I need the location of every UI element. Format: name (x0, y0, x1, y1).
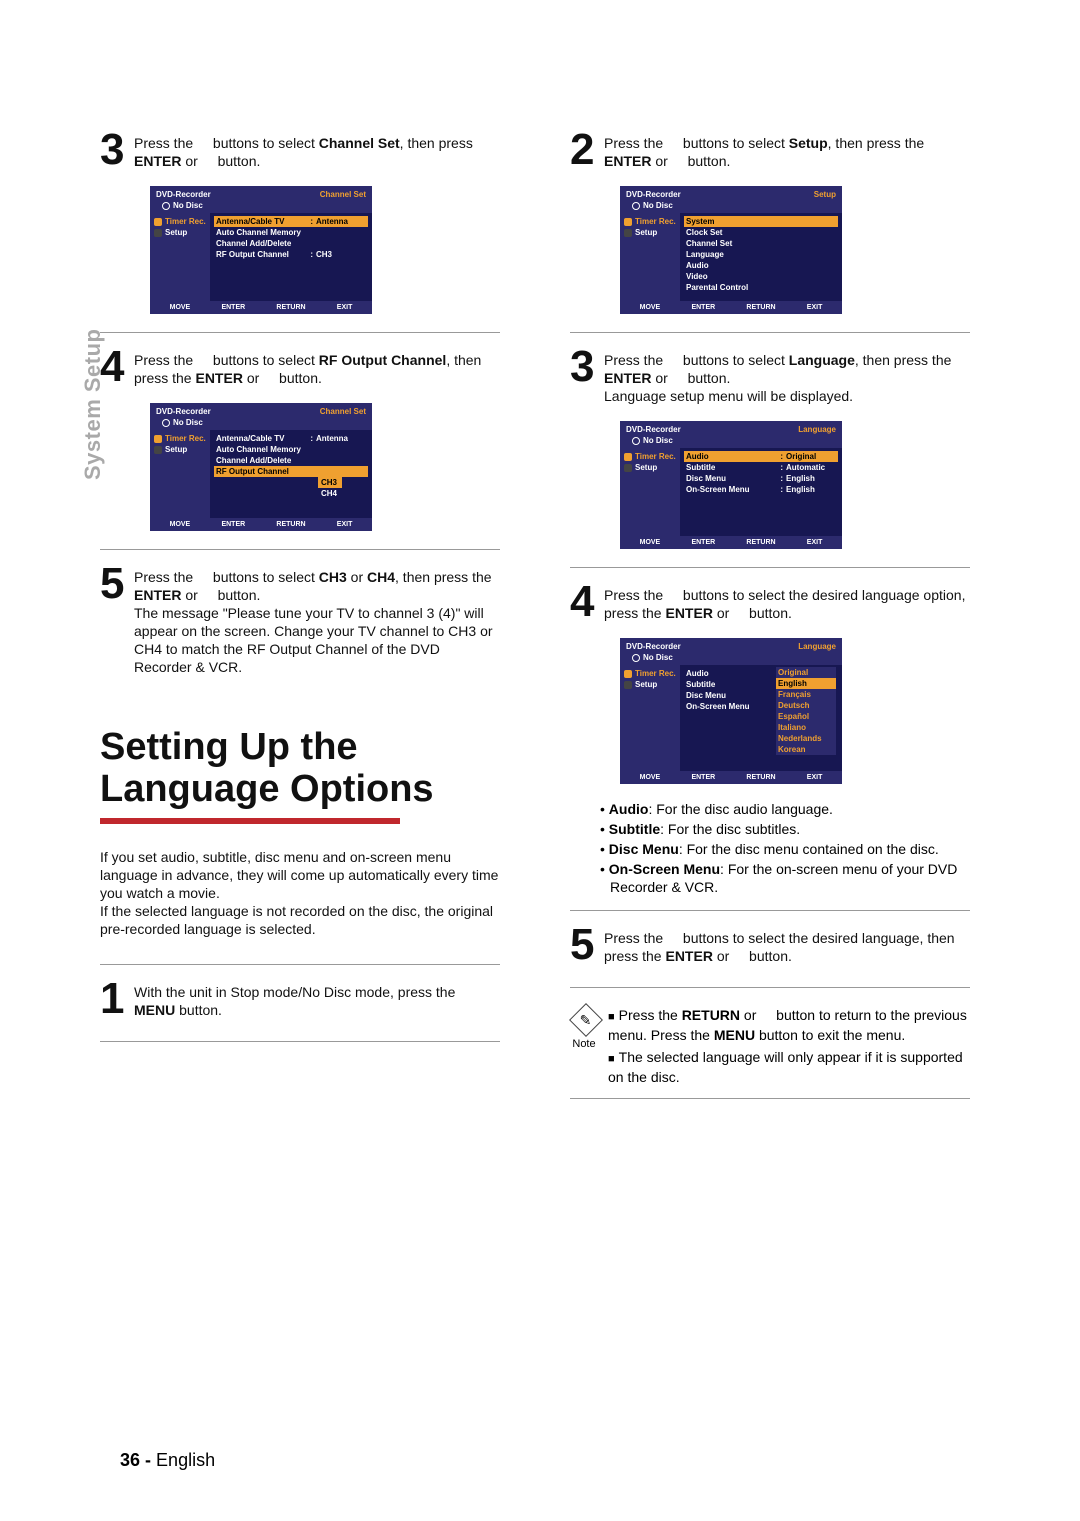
step-number: 3 (100, 130, 134, 170)
step-text: Press the buttons to select Channel Set,… (134, 130, 500, 170)
step-text: Press the buttons to select Setup, then … (604, 130, 970, 170)
intro-paragraph: If you set audio, subtitle, disc menu an… (100, 848, 500, 938)
left-step-3: 3 Press the buttons to select Channel Se… (100, 130, 500, 170)
step-number: 1 (100, 979, 134, 1019)
section-heading: Setting Up the Language Options (100, 726, 500, 824)
step-number: 3 (570, 347, 604, 387)
divider (570, 332, 970, 333)
divider (570, 1098, 970, 1099)
osd-menu: Antenna/Cable TV:Antenna Auto Channel Me… (210, 213, 372, 301)
osd-language-1: DVD-RecorderLanguage No Disc Timer Rec. … (620, 421, 842, 549)
step-text: With the unit in Stop mode/No Disc mode,… (134, 979, 500, 1019)
divider (570, 567, 970, 568)
osd-channel-set-2: DVD-RecorderChannel Set No Disc Timer Re… (150, 403, 372, 531)
page-footer: 36 - English (120, 1450, 215, 1471)
osd-title: DVD-Recorder (156, 190, 211, 199)
left-step-5: 5 Press the buttons to select CH3 or CH4… (100, 564, 500, 676)
step-number: 5 (570, 925, 604, 965)
step-number: 2 (570, 130, 604, 170)
step-text: Press the buttons to select RF Output Ch… (134, 347, 500, 387)
left-column: 3 Press the buttons to select Channel Se… (100, 130, 500, 1113)
right-column: 2 Press the buttons to select Setup, the… (570, 130, 970, 1113)
note-label: Note (570, 1038, 598, 1050)
divider (100, 549, 500, 550)
language-definitions: Audio: For the disc audio language. Subt… (600, 800, 970, 898)
step-text: Press the buttons to select Language, th… (604, 347, 970, 405)
page-columns: 3 Press the buttons to select Channel Se… (100, 130, 980, 1113)
divider (100, 332, 500, 333)
note-icon: ✎ (569, 1003, 603, 1037)
left-step-4: 4 Press the buttons to select RF Output … (100, 347, 500, 387)
right-step-5: 5 Press the buttons to select the desire… (570, 925, 970, 965)
section-side-label: System Setup (80, 329, 106, 481)
right-step-3: 3 Press the buttons to select Language, … (570, 347, 970, 405)
step-text: Press the buttons to select the desired … (604, 582, 970, 622)
heading-line-2: Language Options (100, 768, 500, 810)
divider (570, 987, 970, 988)
osd-channel-set-1: DVD-Recorder Channel Set No Disc Timer Re… (150, 186, 372, 314)
heading-line-1: Setting Up the (100, 726, 500, 768)
osd-nodisc: No Disc (173, 201, 203, 210)
osd-sidebar: Timer Rec. Setup (150, 213, 210, 301)
note-block: ✎ Note ■Press the RETURN or button to re… (570, 1006, 970, 1086)
step-text: Press the buttons to select CH3 or CH4, … (134, 564, 500, 676)
osd-footer: MOVEENTERRETURNEXIT (150, 301, 372, 314)
osd-language-2: DVD-RecorderLanguage No Disc Timer Rec. … (620, 638, 842, 784)
step-number: 4 (570, 582, 604, 622)
divider (100, 964, 500, 965)
step-text: Press the buttons to select the desired … (604, 925, 970, 965)
osd-setup: DVD-RecorderSetup No Disc Timer Rec. Set… (620, 186, 842, 314)
left-step-1: 1 With the unit in Stop mode/No Disc mod… (100, 979, 500, 1019)
divider (100, 1041, 500, 1042)
divider (570, 910, 970, 911)
heading-underline (100, 818, 400, 824)
note-text: ■Press the RETURN or button to return to… (608, 1006, 970, 1086)
right-step-4: 4 Press the buttons to select the desire… (570, 582, 970, 622)
step-number: 5 (100, 564, 134, 604)
osd-tag: Channel Set (320, 190, 366, 199)
right-step-2: 2 Press the buttons to select Setup, the… (570, 130, 970, 170)
